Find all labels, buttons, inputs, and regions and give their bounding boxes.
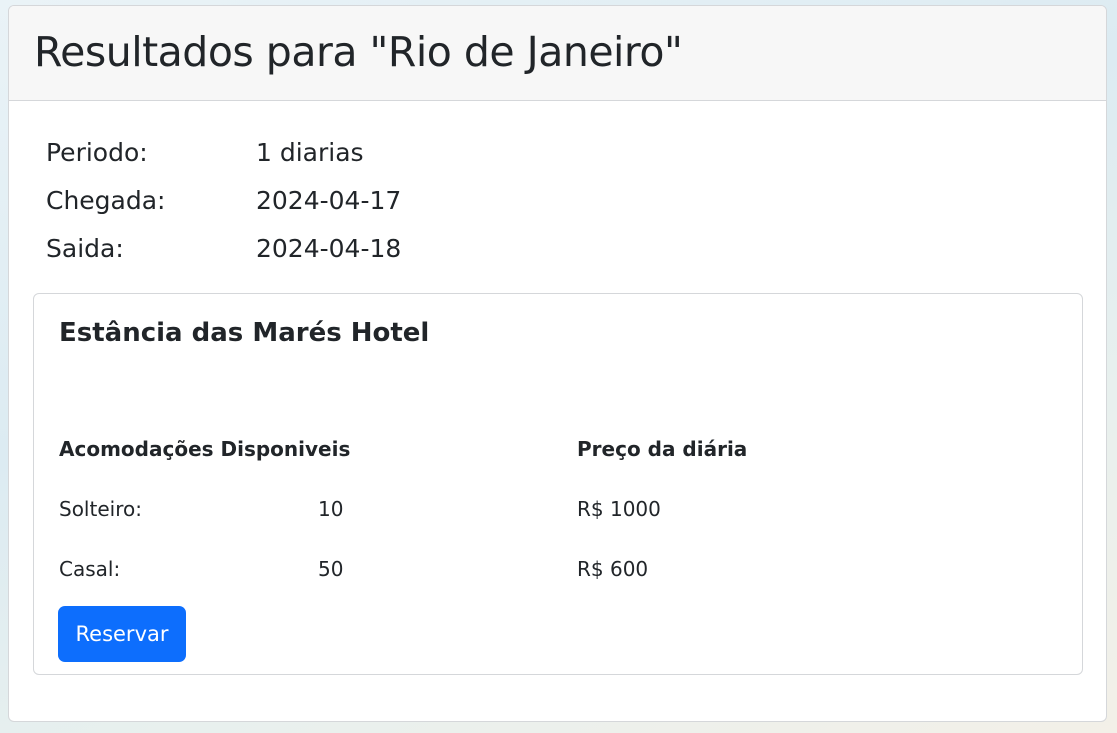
period-label: Periodo: xyxy=(46,137,148,167)
table-row: Solteiro: 10 R$ 1000 xyxy=(59,479,877,539)
rooms-table: Acomodações Disponiveis Preço da diária … xyxy=(59,419,877,599)
arrival-label: Chegada: xyxy=(46,185,166,215)
room-price: R$ 600 xyxy=(577,557,649,581)
reserve-button[interactable]: Reservar xyxy=(58,606,186,662)
room-count: 10 xyxy=(318,497,344,521)
room-type: Casal: xyxy=(59,557,121,581)
period-value: 1 diarias xyxy=(256,137,364,167)
departure-row: Saida: 2024-04-18 xyxy=(46,224,401,272)
rooms-header: Acomodações Disponiveis xyxy=(59,437,351,461)
arrival-value: 2024-04-17 xyxy=(256,185,402,215)
results-card: Resultados para "Rio de Janeiro" Periodo… xyxy=(8,5,1107,722)
room-price: R$ 1000 xyxy=(577,497,661,521)
rooms-table-header: Acomodações Disponiveis Preço da diária xyxy=(59,419,877,479)
departure-label: Saida: xyxy=(46,233,124,263)
arrival-row: Chegada: 2024-04-17 xyxy=(46,176,401,224)
price-header: Preço da diária xyxy=(577,437,748,461)
room-type: Solteiro: xyxy=(59,497,142,521)
stay-summary: Periodo: 1 diarias Chegada: 2024-04-17 S… xyxy=(46,128,401,272)
results-header: Resultados para "Rio de Janeiro" xyxy=(9,6,1106,101)
hotel-name: Estância das Marés Hotel xyxy=(59,318,430,348)
hotel-card: Estância das Marés Hotel Acomodações Dis… xyxy=(33,293,1083,675)
departure-value: 2024-04-18 xyxy=(256,233,402,263)
page-title: Resultados para "Rio de Janeiro" xyxy=(34,28,683,76)
period-row: Periodo: 1 diarias xyxy=(46,128,401,176)
table-row: Casal: 50 R$ 600 xyxy=(59,539,877,599)
room-count: 50 xyxy=(318,557,344,581)
